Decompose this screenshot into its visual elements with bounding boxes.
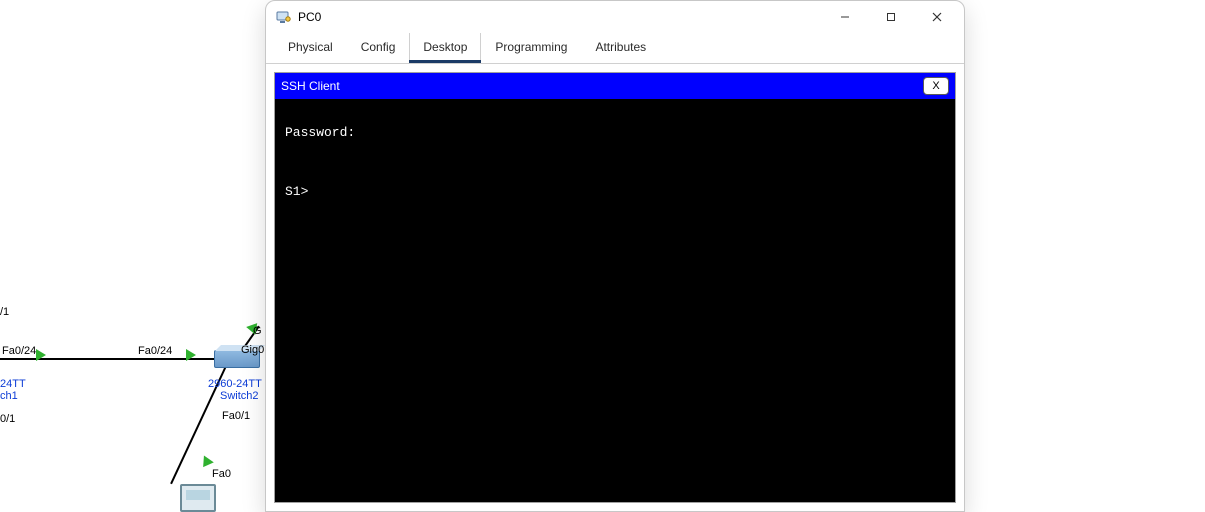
port-label: 0/1 [0, 413, 15, 425]
panel-close-button[interactable]: X [923, 77, 949, 95]
tab-physical[interactable]: Physical [274, 33, 347, 63]
port-label: Fa0/24 [2, 345, 36, 357]
tab-programming[interactable]: Programming [481, 33, 581, 63]
port-label: Fa0 [212, 468, 231, 480]
window-title: PC0 [298, 10, 321, 24]
maximize-button[interactable] [868, 2, 914, 32]
minimize-button[interactable] [822, 2, 868, 32]
port-label: G [253, 325, 262, 337]
terminal-line: Password: [285, 125, 355, 140]
close-button[interactable] [914, 2, 960, 32]
device-label: 24TT [0, 378, 26, 390]
tab-desktop[interactable]: Desktop [409, 33, 481, 63]
port-label: Gig0 [241, 344, 264, 356]
port-label: Fa0/1 [222, 410, 250, 422]
ssh-terminal[interactable]: Password: S1> [275, 99, 955, 502]
titlebar[interactable]: PC0 [266, 1, 964, 33]
panel-header: SSH Client X [275, 73, 955, 99]
port-label: /1 [0, 306, 9, 318]
terminal-line: S1> [285, 184, 308, 199]
tab-bar: Physical Config Desktop Programming Attr… [266, 33, 964, 64]
tab-attributes[interactable]: Attributes [581, 33, 660, 63]
port-label: Fa0/24 [138, 345, 172, 357]
desktop-panel: SSH Client X Password: S1> [274, 72, 956, 503]
device-window: PC0 Physical Config Desktop Programming … [265, 0, 965, 512]
device-label: ch1 [0, 390, 18, 402]
app-icon [276, 9, 292, 25]
panel-title: SSH Client [281, 79, 340, 93]
pc-device[interactable] [180, 484, 216, 512]
tab-config[interactable]: Config [347, 33, 410, 63]
device-label: Switch2 [220, 390, 259, 402]
device-label: 2960-24TT [208, 378, 262, 390]
